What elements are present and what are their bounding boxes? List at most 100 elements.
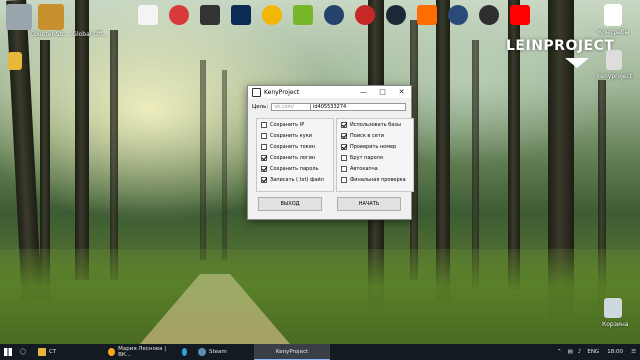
taskbar-item-browser[interactable]: Мария Леснова | ВК... <box>104 344 178 360</box>
option-checkbox[interactable] <box>341 132 347 139</box>
tree-trunk <box>75 0 89 280</box>
option-row[interactable]: Сохранить IP <box>261 119 333 130</box>
recycle-bin-label: Корзина <box>602 321 629 328</box>
title-bar[interactable]: KenyProject — □ ✕ <box>248 86 411 98</box>
option-row[interactable]: Поиск в сети <box>341 130 413 141</box>
exit-button[interactable]: ВЫХОД <box>258 197 322 211</box>
taskbar-item-label: KenyProject <box>275 348 309 355</box>
c4d-icon[interactable] <box>448 5 468 25</box>
windows-icon <box>4 348 12 356</box>
tree-trunk <box>222 70 227 260</box>
option-row[interactable]: Сохранить куки <box>261 130 333 141</box>
window-title: KenyProject <box>264 88 300 96</box>
tree-trunk <box>200 60 206 260</box>
option-label: Поиск в сети <box>350 132 384 139</box>
option-row[interactable]: Автокапча <box>341 163 413 174</box>
option-row[interactable]: Брут пароля <box>341 152 413 163</box>
taskbar-item-steam[interactable]: Steam <box>194 344 254 360</box>
close-icon[interactable]: ✕ <box>392 88 411 96</box>
option-row[interactable]: Сохранить пароль <box>261 163 333 174</box>
utorrent-icon[interactable] <box>293 5 313 25</box>
option-row[interactable]: Проверить номер <box>341 141 413 152</box>
taskbar-item-folder[interactable]: CT <box>34 344 104 360</box>
language-indicator[interactable]: ENG <box>587 349 599 355</box>
option-row[interactable]: Записать (.txt) файл <box>261 174 333 185</box>
right-options-panel: Использовать базы Поиск в сети Проверить н… <box>336 118 414 192</box>
option-checkbox[interactable] <box>261 154 267 161</box>
skype-icon <box>182 348 187 356</box>
option-row[interactable]: Сохранить логин <box>261 152 333 163</box>
recycle-bin-icon[interactable] <box>604 298 622 318</box>
option-label: Сохранить логин <box>270 154 316 161</box>
target-select[interactable]: vk.com/ ▾ <box>271 103 316 111</box>
option-row[interactable]: Сохранить токен <box>261 141 333 152</box>
steam-icon[interactable] <box>386 5 406 25</box>
cinema4d-icon[interactable] <box>324 5 344 25</box>
option-label: Сохранить куки <box>270 132 312 139</box>
volume-icon[interactable]: ♪ <box>578 349 582 355</box>
option-row[interactable]: Использовать базы <box>341 119 413 130</box>
id-input[interactable]: id405533274 <box>310 103 406 111</box>
steam-shortcut-icon[interactable] <box>6 4 32 30</box>
tree-trunk <box>110 30 118 280</box>
document-label: Контрабы <box>598 29 630 36</box>
youtube-icon[interactable] <box>510 5 530 25</box>
video-icon[interactable] <box>200 5 220 25</box>
target-row: Цель: vk.com/ ▾ <box>252 103 316 111</box>
option-checkbox[interactable] <box>261 176 267 183</box>
notifications-icon[interactable]: ☰ <box>631 349 636 355</box>
taskbar-item-kenyproject[interactable]: KenyProject <box>254 344 330 360</box>
aimp-icon[interactable] <box>417 5 437 25</box>
option-label: Проверить номер <box>350 143 397 150</box>
soul-icon[interactable] <box>169 5 189 25</box>
option-label: Автокапча <box>350 165 378 172</box>
option-label: Записать (.txt) файл <box>270 176 324 183</box>
taskbar-item-label: CT <box>49 349 57 355</box>
folder-icon[interactable] <box>8 52 22 70</box>
photoshop-icon[interactable] <box>231 5 251 25</box>
option-checkbox[interactable] <box>261 121 267 128</box>
clock[interactable]: 18:00 <box>607 349 623 355</box>
tray-chevron-icon[interactable]: ⌃ <box>557 349 562 355</box>
option-label: Сохранить токен <box>270 143 316 150</box>
option-checkbox[interactable] <box>341 176 347 183</box>
taskbar: ◯ CT Мария Леснова | ВК... Steam KenyPro… <box>0 344 640 360</box>
taskbar-item-skype[interactable] <box>178 344 194 360</box>
option-checkbox[interactable] <box>341 143 347 150</box>
document-icon[interactable] <box>604 4 622 26</box>
kenyproject-label: kenyproject <box>597 73 633 80</box>
cs-go-icon[interactable] <box>38 4 64 30</box>
start-menu-button[interactable] <box>0 344 16 360</box>
option-checkbox[interactable] <box>261 165 267 172</box>
taskbar-item-label: Steam <box>209 349 227 355</box>
maximize-icon[interactable]: □ <box>373 88 392 96</box>
headphones-icon[interactable] <box>262 5 282 25</box>
option-label: Финальная проверка <box>350 176 406 183</box>
steam-icon <box>198 348 206 356</box>
kenyproject-icon[interactable] <box>606 50 622 70</box>
start-button[interactable]: НАЧАТЬ <box>337 197 401 211</box>
system-tray: ⌃ ▤ ♪ ENG 18:00 ☰ <box>557 344 640 360</box>
search-icon: ◯ <box>20 349 27 355</box>
option-checkbox[interactable] <box>341 121 347 128</box>
left-options-panel: Сохранить IP Сохранить куки Сохранить токе… <box>256 118 334 192</box>
option-label: Использовать базы <box>350 121 401 128</box>
option-checkbox[interactable] <box>341 165 347 172</box>
folder-icon <box>38 348 46 356</box>
option-checkbox[interactable] <box>261 143 267 150</box>
record-icon[interactable] <box>355 5 375 25</box>
cs-go-label: Counter-Str… Global Off… <box>30 31 109 38</box>
minimize-icon[interactable]: — <box>354 88 373 96</box>
desktop: Counter-Str… Global Off… Контрабы LEINPR… <box>0 0 640 344</box>
option-checkbox[interactable] <box>341 154 347 161</box>
file-icon[interactable] <box>138 5 158 25</box>
search-button[interactable]: ◯ <box>16 344 34 360</box>
option-row[interactable]: Финальная проверка <box>341 174 413 185</box>
target-label: Цель: <box>252 104 269 110</box>
option-checkbox[interactable] <box>261 132 267 139</box>
network-icon[interactable]: ▤ <box>568 349 573 355</box>
obs-icon[interactable] <box>479 5 499 25</box>
forest-ground <box>0 249 640 344</box>
target-value: vk.com/ <box>274 104 295 110</box>
chevron-down-icon <box>565 58 589 68</box>
